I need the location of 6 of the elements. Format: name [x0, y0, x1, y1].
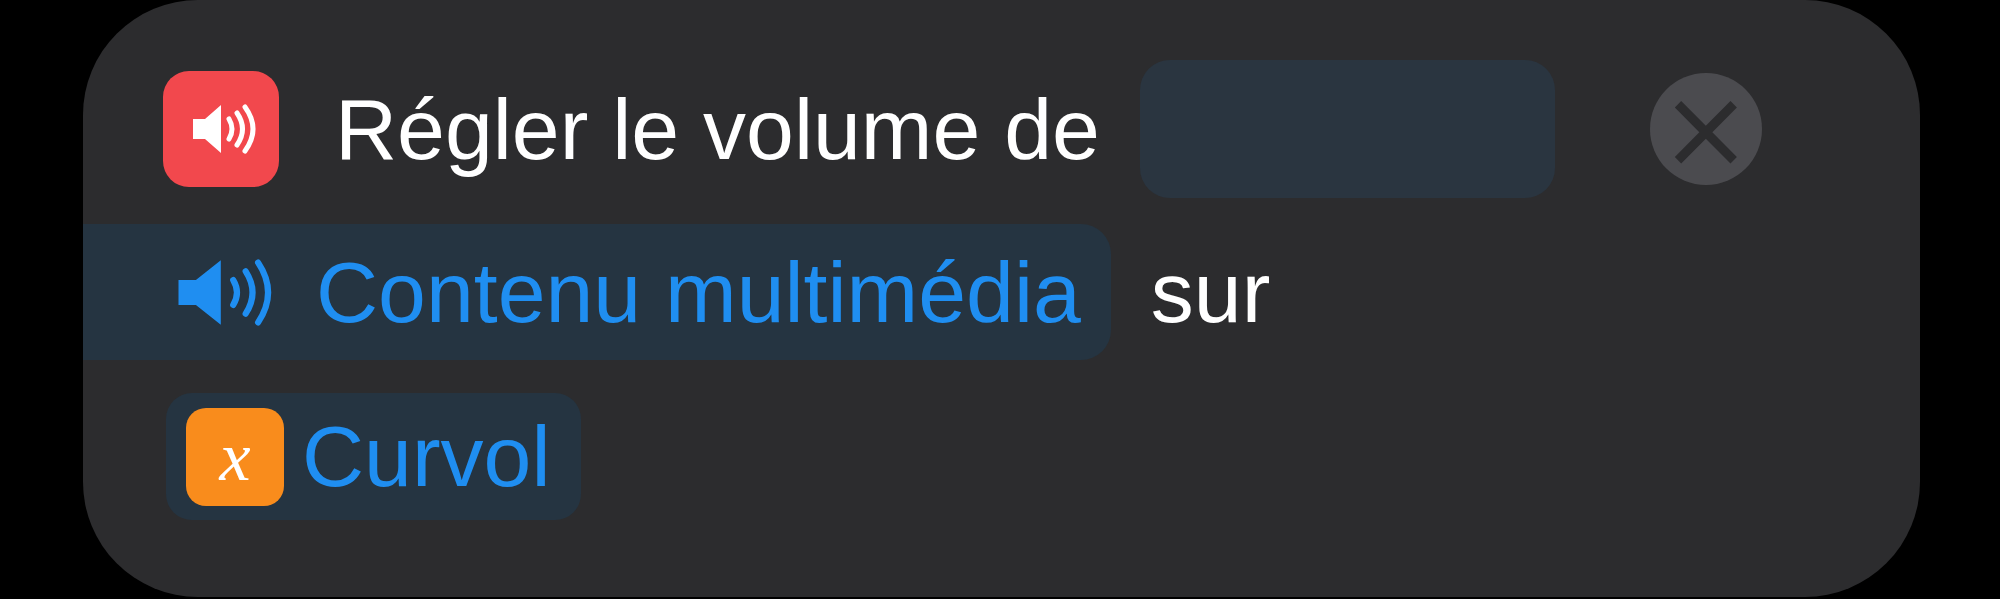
- connector-text: sur: [1150, 242, 1271, 342]
- parameter-token[interactable]: Contenu multimédia: [83, 224, 1111, 360]
- variable-icon: x: [186, 407, 284, 506]
- action-title: Régler le volume de: [335, 79, 1100, 179]
- variable-token[interactable]: x Curvol: [166, 393, 581, 520]
- speaker-icon: [163, 71, 279, 187]
